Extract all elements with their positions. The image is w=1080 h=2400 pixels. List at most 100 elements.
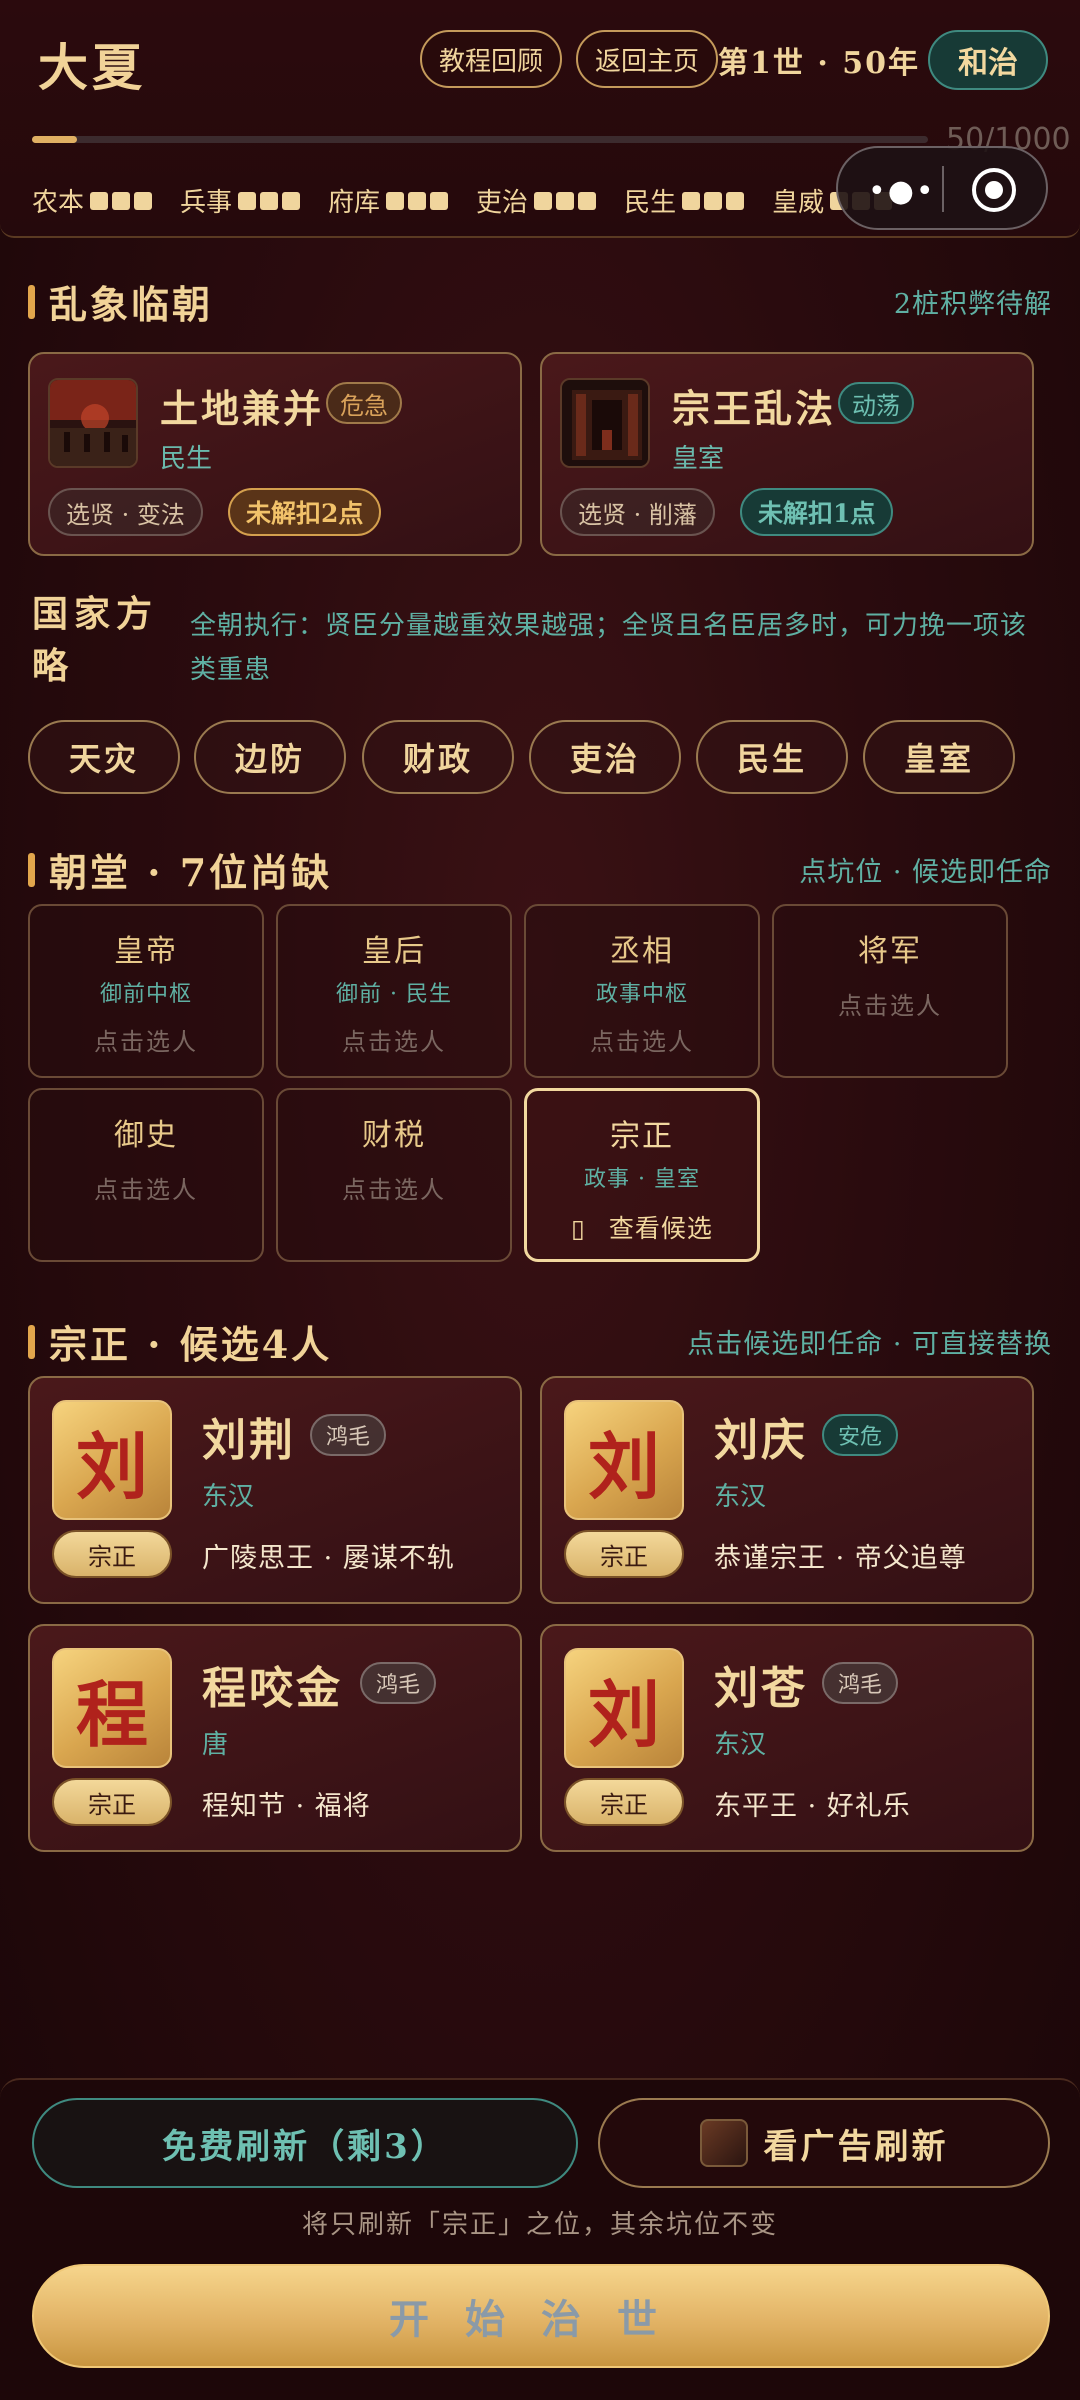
heading-bar — [28, 1324, 35, 1359]
candidate-description: 程知节 · 福将 — [202, 1791, 371, 1822]
more-icon[interactable]: •●• — [868, 174, 936, 209]
candidates-title: 宗正 · 候选4人 — [49, 1322, 333, 1367]
slot-title: 皇后 — [362, 934, 426, 969]
candidates-hint: 点击候选即任命 · 可直接替换 — [687, 1329, 1052, 1360]
crisis-card[interactable]: 宗王乱法 动荡 皇室 选贤 · 削藩 未解扣1点 — [540, 352, 1034, 556]
crisis-category: 民生 — [160, 444, 213, 474]
slot-subtitle: 政事中枢 — [595, 982, 688, 1007]
slot-subtitle: 政事 · 皇室 — [584, 1167, 700, 1192]
slot-subtitle: 御前中枢 — [99, 982, 192, 1007]
ad-refresh-label: 看广告刷新 — [763, 2126, 949, 2167]
slot-title: 御史 — [114, 1118, 178, 1153]
start-game-button[interactable]: 开始治世 — [32, 2264, 1050, 2368]
close-target-icon[interactable] — [972, 168, 1016, 212]
stat-pips — [682, 191, 745, 210]
crisis-thumbnail — [560, 378, 650, 468]
candidate-description: 广陵思王 · 屡谋不轨 — [202, 1543, 455, 1574]
slot-title: 宗正 — [610, 1119, 674, 1154]
ad-video-icon — [699, 2119, 748, 2167]
stat-label: 府库 — [328, 188, 381, 218]
heading-bar — [28, 852, 35, 887]
candidate-portrait: 刘 — [564, 1400, 684, 1520]
candidates-heading: 宗正 · 候选4人 — [28, 1314, 332, 1369]
candidate-weight-badge: 安危 — [822, 1414, 899, 1456]
slot-general[interactable]: 将军 点击选人 — [772, 904, 1008, 1078]
candidate-portrait: 刘 — [52, 1400, 172, 1520]
progress-fill — [32, 136, 77, 143]
candidate-era: 东汉 — [714, 1730, 767, 1760]
state-badge: 和治 — [928, 30, 1048, 90]
stat-label: 兵事 — [180, 188, 233, 218]
slot-subtitle: 御前 · 民生 — [336, 982, 452, 1007]
slot-pick-label: 点击选人 — [838, 992, 942, 1020]
stat-pips — [238, 191, 301, 210]
category-button-tianzai[interactable]: 天灾 — [28, 720, 180, 794]
app-title: 大夏 — [38, 38, 146, 97]
candidate-role-chip: 宗正 — [564, 1530, 684, 1578]
stat-pips — [386, 191, 449, 210]
slot-pick-label: 点击选人 — [342, 1028, 446, 1056]
candidate-description: 恭谨宗王 · 帝父追尊 — [714, 1543, 967, 1574]
candidate-card[interactable]: 刘 宗正 刘荆 鸿毛 东汉 广陵思王 · 屡谋不轨 — [28, 1376, 522, 1604]
crisis-heading: 乱象临朝 — [28, 274, 213, 329]
category-button-minsheng[interactable]: 民生 — [696, 720, 848, 794]
crisis-level-badge: 危急 — [326, 382, 402, 424]
crisis-remedy-tag: 选贤 · 削藩 — [560, 488, 715, 536]
category-button-caizheng[interactable]: 财政 — [362, 720, 514, 794]
stat-bingshi: 兵事 — [180, 182, 301, 219]
crisis-penalty-tag: 未解扣2点 — [228, 488, 382, 536]
slot-pick-label: 点击选人 — [94, 1028, 198, 1056]
slot-pick-label: 点击选人 — [94, 1176, 198, 1204]
slot-censor[interactable]: 御史 点击选人 — [28, 1088, 264, 1262]
court-hint: 点坑位 · 候选即任命 — [799, 857, 1052, 888]
free-refresh-button[interactable]: 免费刷新（剩3） — [32, 2098, 578, 2188]
candidate-card[interactable]: 刘 宗正 刘苍 鸿毛 东汉 东平王 · 好礼乐 — [540, 1624, 1034, 1852]
category-button-bianfang[interactable]: 边防 — [194, 720, 346, 794]
candidate-role-chip: 宗正 — [52, 1530, 172, 1578]
category-button-lizhi[interactable]: 吏治 — [529, 720, 681, 794]
crisis-title: 乱象临朝 — [49, 282, 214, 327]
candidate-description: 东平王 · 好礼乐 — [714, 1791, 911, 1822]
crisis-remedy-tag: 选贤 · 变法 — [48, 488, 203, 536]
candidate-name: 刘荆 — [202, 1415, 296, 1466]
strategy-title: 国家方略 — [32, 593, 159, 687]
stat-fuku: 府库 — [328, 182, 449, 219]
heading-bar — [28, 284, 35, 319]
stat-minsheng: 民生 — [624, 182, 745, 219]
candidate-era: 东汉 — [714, 1482, 767, 1512]
stat-label: 吏治 — [476, 188, 529, 218]
slot-pick-label: 点击选人 — [342, 1176, 446, 1204]
candidate-role-chip: 宗正 — [564, 1778, 684, 1826]
view-candidates-label: 查看候选 — [608, 1214, 713, 1243]
category-button-huangshi[interactable]: 皇室 — [863, 720, 1015, 794]
court-title: 朝堂 · 7位尚缺 — [49, 850, 333, 895]
stat-label: 农本 — [32, 188, 85, 218]
slot-empress[interactable]: 皇后 御前 · 民生 点击选人 — [276, 904, 512, 1078]
slot-zongzheng[interactable]: 宗正 政事 · 皇室 ▯ 查看候选 — [524, 1088, 760, 1262]
view-candidates-button[interactable]: ▯ 查看候选 — [527, 1209, 757, 1245]
crisis-card[interactable]: 土地兼并 危急 民生 选贤 · 变法 未解扣2点 — [28, 352, 522, 556]
slot-finance[interactable]: 财税 点击选人 — [276, 1088, 512, 1262]
candidate-card[interactable]: 程 宗正 程咬金 鸿毛 唐 程知节 · 福将 — [28, 1624, 522, 1852]
ad-refresh-button[interactable]: 看广告刷新 — [598, 2098, 1050, 2188]
slot-chancellor[interactable]: 丞相 政事中枢 点击选人 — [524, 904, 760, 1078]
stat-label: 民生 — [624, 188, 677, 218]
home-button[interactable]: 返回主页 — [576, 30, 718, 88]
refresh-note: 将只刷新「宗正」之位，其余坑位不变 — [301, 2210, 778, 2240]
tutorial-button[interactable]: 教程回顾 — [420, 30, 562, 88]
candidate-weight-badge: 鸿毛 — [310, 1414, 387, 1456]
slot-emperor[interactable]: 皇帝 御前中枢 点击选人 — [28, 904, 264, 1078]
crisis-thumbnail — [48, 378, 138, 468]
candidate-weight-badge: 鸿毛 — [360, 1662, 437, 1704]
stat-pips — [534, 191, 597, 210]
candidate-era: 东汉 — [202, 1482, 255, 1512]
slot-pick-label: 点击选人 — [590, 1028, 694, 1056]
slot-title: 皇帝 — [114, 934, 178, 969]
slot-title: 将军 — [858, 934, 922, 969]
crisis-penalty-tag: 未解扣1点 — [740, 488, 894, 536]
crisis-level-badge: 动荡 — [838, 382, 914, 424]
court-heading: 朝堂 · 7位尚缺 — [28, 842, 332, 897]
stat-label: 皇威 — [772, 188, 825, 218]
candidate-card[interactable]: 刘 宗正 刘庆 安危 东汉 恭谨宗王 · 帝父追尊 — [540, 1376, 1034, 1604]
crisis-name: 宗王乱法 — [672, 386, 837, 431]
